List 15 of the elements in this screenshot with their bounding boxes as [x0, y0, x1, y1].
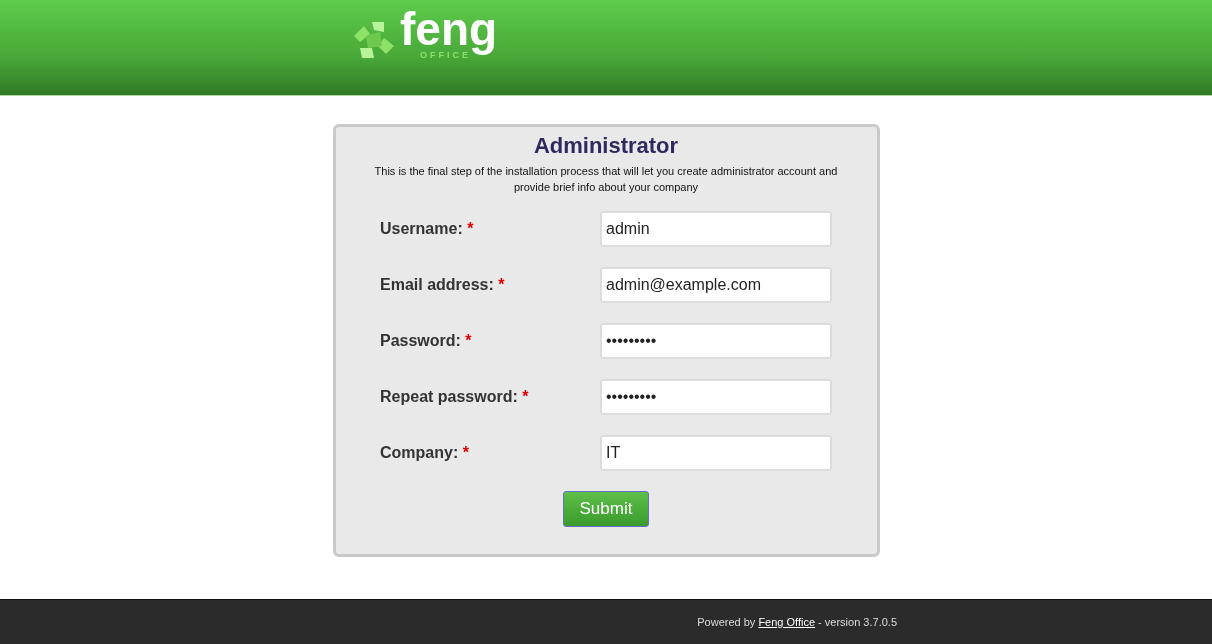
footer-text: Powered by Feng Office - version 3.7.0.5 — [697, 616, 897, 628]
field-label: Company: * — [380, 444, 469, 462]
form-title: Administrator — [533, 133, 679, 159]
field-label: Email address: * — [380, 276, 505, 294]
input-field[interactable]: ••••••••• — [600, 323, 832, 359]
field-label: Password: * — [380, 332, 472, 350]
field-label: Repeat password: * — [380, 388, 529, 406]
field-label: Username: * — [380, 220, 474, 238]
footer-link[interactable]: Feng Office — [758, 616, 816, 628]
input-field[interactable]: ••••••••• — [600, 379, 832, 415]
input-field[interactable]: IT — [600, 435, 832, 471]
input-field[interactable]: admin — [600, 211, 832, 247]
logo-name: feng — [400, 4, 498, 54]
input-field[interactable]: admin@example.com — [600, 267, 832, 303]
form-description: This is the final step of the installation process that will let you create administrator account and provide brief info about your company — [373, 164, 839, 195]
